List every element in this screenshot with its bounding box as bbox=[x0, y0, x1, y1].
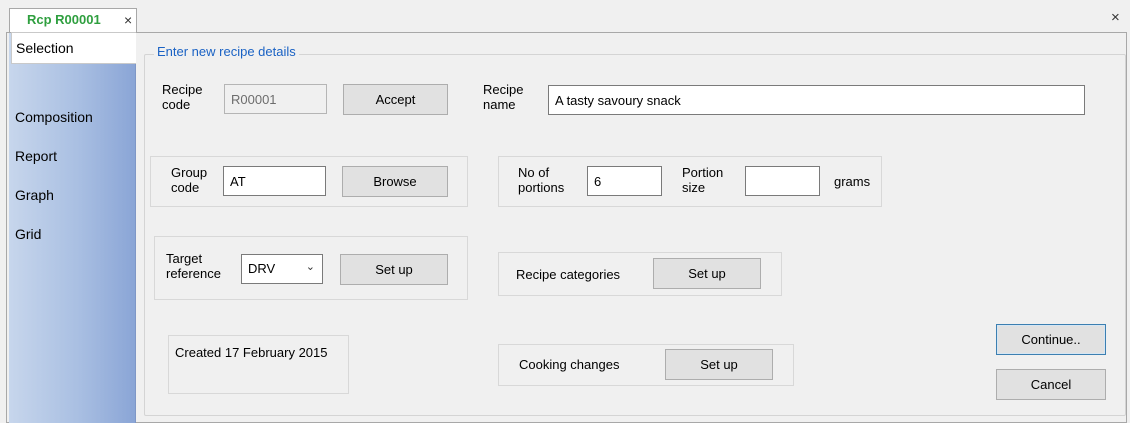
tab-close-icon[interactable]: × bbox=[124, 12, 132, 28]
portions-input[interactable] bbox=[587, 166, 662, 196]
window-close-icon[interactable]: × bbox=[1111, 9, 1120, 26]
target-setup-button[interactable]: Set up bbox=[340, 254, 448, 285]
browse-button[interactable]: Browse bbox=[342, 166, 448, 197]
recipe-code-field bbox=[224, 84, 327, 114]
recipe-categories-label: Recipe categories bbox=[516, 267, 621, 282]
grams-unit-label: grams bbox=[834, 174, 871, 189]
sidebar-item-label: Graph bbox=[15, 187, 54, 203]
recipe-code-label: Recipe code bbox=[162, 82, 203, 112]
sidebar-item-selection[interactable]: Selection bbox=[11, 32, 136, 64]
target-reference-selected: DRV bbox=[248, 261, 276, 276]
portions-label: No of portions bbox=[518, 165, 565, 195]
sidebar-item-label: Selection bbox=[16, 40, 74, 56]
sidebar-item-graph[interactable]: Graph bbox=[15, 187, 54, 203]
cooking-setup-button[interactable]: Set up bbox=[665, 349, 773, 380]
continue-button[interactable]: Continue.. bbox=[996, 324, 1106, 355]
created-date-text: Created 17 February 2015 bbox=[175, 345, 328, 360]
portion-size-label: Portion size bbox=[682, 165, 724, 195]
recipe-name-label: Recipe name bbox=[483, 82, 524, 112]
portion-size-input[interactable] bbox=[745, 166, 820, 196]
sidebar-item-label: Report bbox=[15, 148, 58, 164]
group-code-input[interactable] bbox=[223, 166, 326, 196]
created-box bbox=[168, 335, 349, 394]
sidebar-item-grid[interactable]: Grid bbox=[15, 226, 41, 242]
group-code-label: Group code bbox=[171, 165, 208, 195]
group-title: Enter new recipe details bbox=[154, 44, 299, 59]
cooking-changes-label: Cooking changes bbox=[519, 357, 620, 372]
tab-title: Rcp R00001 bbox=[27, 12, 101, 27]
target-reference-label: Target reference bbox=[166, 251, 221, 281]
accept-button[interactable]: Accept bbox=[343, 84, 448, 115]
sidebar-item-label: Composition bbox=[15, 109, 93, 125]
recipe-name-input[interactable] bbox=[548, 85, 1085, 115]
sidebar-item-label: Grid bbox=[15, 226, 42, 242]
tab-recipe[interactable]: Rcp R00001 × bbox=[9, 8, 137, 33]
sidebar-item-report[interactable]: Report bbox=[15, 148, 57, 164]
document-tabstrip: Rcp R00001 × × bbox=[0, 0, 1130, 33]
sidebar-item-composition[interactable]: Composition bbox=[15, 109, 93, 125]
target-reference-select[interactable]: DRV ⌄ bbox=[241, 254, 323, 284]
categories-setup-button[interactable]: Set up bbox=[653, 258, 761, 289]
chevron-down-icon: ⌄ bbox=[305, 261, 315, 273]
cancel-button[interactable]: Cancel bbox=[996, 369, 1106, 400]
